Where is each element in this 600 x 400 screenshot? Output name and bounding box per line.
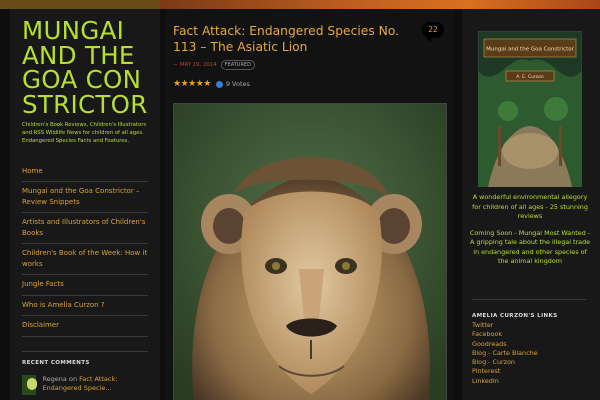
main-content: Fact Attack: Endangered Species No. 113 … — [165, 9, 455, 400]
nav-item-review-snippets[interactable]: Mungai and the Goa Constrictor – Review … — [22, 182, 148, 214]
nav-item-home[interactable]: Home — [22, 162, 148, 183]
nav-item-book-of-week[interactable]: Children's Book of the Week: How it work… — [22, 244, 148, 276]
right-sidebar: Mungai and the Goa Constrictor A. E. Cur… — [462, 9, 600, 400]
comment-count-bubble[interactable]: 22 — [422, 22, 444, 42]
link-twitter[interactable]: Twitter — [472, 321, 538, 330]
recent-comment-item: Regena on Fact Attack: Endangered Specie… — [22, 374, 148, 395]
recent-comment-text: Regena on Fact Attack: Endangered Specie… — [42, 375, 148, 395]
post-rating: ★★★★★ 9 Votes — [173, 79, 447, 89]
avatar[interactable] — [22, 374, 38, 395]
link-goodreads[interactable]: Goodreads — [472, 340, 538, 349]
link-pinterest[interactable]: Pinterest — [472, 367, 538, 376]
nav-item-jungle-facts[interactable]: Jungle Facts — [22, 275, 148, 296]
links-widget-title: AMELIA CURZON'S LINKS — [472, 299, 586, 319]
nav-item-who-is-amelia[interactable]: Who is Amelia Curzon ? — [22, 296, 148, 317]
rating-stars-icon[interactable]: ★★★★★ — [173, 79, 211, 89]
post-title[interactable]: Fact Attack: Endangered Species No. 113 … — [173, 23, 423, 55]
recent-comments-title: RECENT COMMENTS — [22, 350, 148, 366]
top-color-bar — [0, 0, 600, 9]
site-title[interactable]: MUNGAI AND THE GOA CONSTRICTOR — [22, 18, 148, 117]
post-category-badge[interactable]: FEATURED — [220, 60, 255, 70]
nav-item-disclaimer[interactable]: Disclaimer — [22, 316, 148, 337]
link-linkedin[interactable]: LinkedIn — [472, 377, 538, 386]
site-description: Children's Book Reviews, Children's Illu… — [22, 122, 147, 145]
post-meta: — MAY 19, 2014 FEATURED — [173, 60, 447, 70]
lion-illustration — [174, 104, 446, 400]
info-icon[interactable] — [215, 80, 223, 88]
book-cover-title: Mungai and the Goa Constrictor — [486, 47, 575, 53]
comment-author[interactable]: Regena — [42, 375, 66, 383]
link-blog-curzon[interactable]: Blog - Curzon — [472, 358, 538, 367]
vote-count: 9 Votes — [225, 80, 250, 88]
post-date[interactable]: — MAY 19, 2014 — [173, 62, 217, 68]
comment-on-word: on — [68, 374, 78, 383]
book-promo-text-1[interactable]: A wonderful environmental allegory for c… — [468, 193, 592, 222]
book-promo: A wonderful environmental allegory for c… — [468, 193, 592, 267]
left-sidebar: MUNGAI AND THE GOA CONSTRICTOR Children'… — [10, 9, 160, 400]
link-facebook[interactable]: Facebook — [472, 330, 538, 339]
book-cover-author: A. E. Curzon — [516, 74, 544, 80]
main-nav: Home Mungai and the Goa Constrictor – Re… — [22, 162, 148, 337]
lion-image[interactable] — [173, 103, 447, 400]
book-promo-text-2[interactable]: Coming Soon - Mungai Most Wanted - A gri… — [468, 229, 592, 267]
link-blog-carte-blanche[interactable]: Blog - Carte Blanche — [472, 349, 538, 358]
social-links-list: Twitter Facebook Goodreads Blog - Carte … — [472, 321, 538, 386]
book-cover-image[interactable]: Mungai and the Goa Constrictor A. E. Cur… — [478, 31, 582, 187]
nav-item-artists-illustrators[interactable]: Artists and Illustrators of Children's B… — [22, 213, 148, 245]
